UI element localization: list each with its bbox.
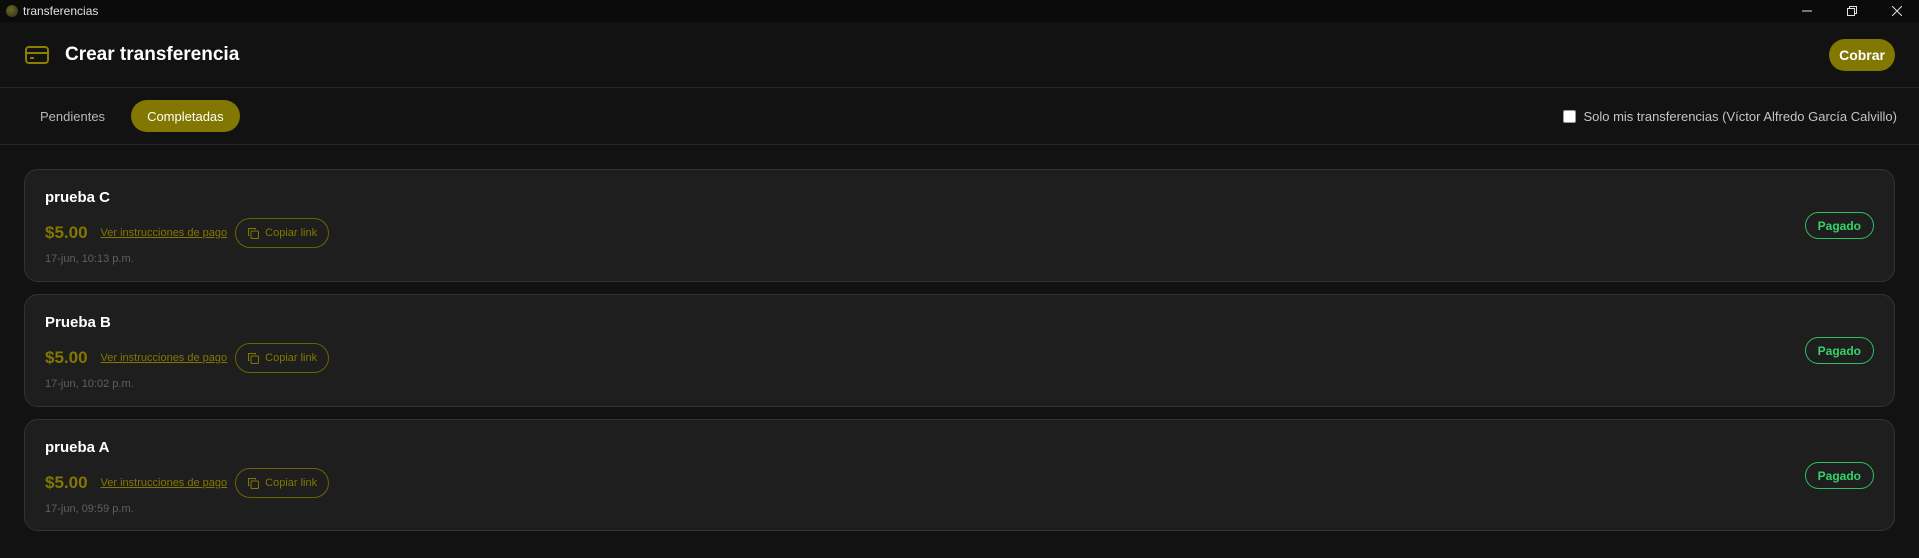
own-transfers-filter[interactable]: Solo mis transferencias (Víctor Alfredo …: [1563, 88, 1897, 145]
own-transfers-checkbox[interactable]: [1563, 110, 1577, 123]
own-transfers-label: Solo mis transferencias (Víctor Alfredo …: [1583, 109, 1897, 124]
window-title: transferencias: [23, 4, 99, 18]
copy-link-button[interactable]: Copiar link: [235, 343, 330, 373]
cobrar-button[interactable]: Cobrar: [1829, 39, 1895, 71]
transfer-card: Prueba B $5.00 Ver instrucciones de pago…: [24, 294, 1895, 407]
transfer-amount: $5.00: [45, 348, 88, 367]
copy-icon: [248, 227, 260, 239]
payment-instructions-link[interactable]: Ver instrucciones de pago: [101, 352, 228, 364]
transfer-list: prueba C $5.00 Ver instrucciones de pago…: [0, 145, 1919, 531]
transfer-title: prueba A: [45, 439, 110, 456]
copy-icon: [248, 352, 260, 364]
status-badge: Pagado: [1804, 337, 1874, 364]
status-badge: Pagado: [1804, 212, 1874, 239]
minimize-icon[interactable]: [1784, 0, 1829, 22]
app-icon: [6, 5, 18, 17]
transfer-date: 17-jun, 10:02 p.m.: [45, 378, 134, 390]
window-controls: [1784, 0, 1919, 22]
transfer-card: prueba C $5.00 Ver instrucciones de pago…: [24, 169, 1895, 282]
transfer-title: prueba C: [45, 189, 111, 206]
copy-link-button[interactable]: Copiar link: [235, 468, 330, 498]
copy-link-label: Copiar link: [265, 352, 318, 364]
transfer-amount: $5.00: [45, 223, 88, 242]
tab-bar: Pendientes Completadas Solo mis transfer…: [0, 88, 1919, 145]
payment-instructions-link[interactable]: Ver instrucciones de pago: [101, 477, 228, 489]
tab-pendientes[interactable]: Pendientes: [28, 100, 117, 132]
copy-icon: [248, 477, 260, 489]
page-title: Crear transferencia: [65, 43, 240, 65]
transfer-amount: $5.00: [45, 473, 88, 492]
copy-link-label: Copiar link: [265, 227, 318, 239]
tab-completadas[interactable]: Completadas: [131, 100, 240, 132]
close-icon[interactable]: [1874, 0, 1919, 22]
transfer-date: 17-jun, 09:59 p.m.: [45, 503, 134, 515]
status-badge: Pagado: [1804, 462, 1874, 489]
page-header: Crear transferencia Cobrar: [0, 22, 1919, 88]
card-icon: [25, 43, 49, 67]
title-bar: transferencias: [0, 0, 1919, 22]
restore-icon[interactable]: [1829, 0, 1874, 22]
transfer-title: Prueba B: [45, 314, 111, 331]
transfer-card: prueba A $5.00 Ver instrucciones de pago…: [24, 419, 1895, 531]
transfer-date: 17-jun, 10:13 p.m.: [45, 253, 134, 265]
payment-instructions-link[interactable]: Ver instrucciones de pago: [101, 227, 228, 239]
copy-link-label: Copiar link: [265, 477, 318, 489]
copy-link-button[interactable]: Copiar link: [235, 218, 330, 248]
